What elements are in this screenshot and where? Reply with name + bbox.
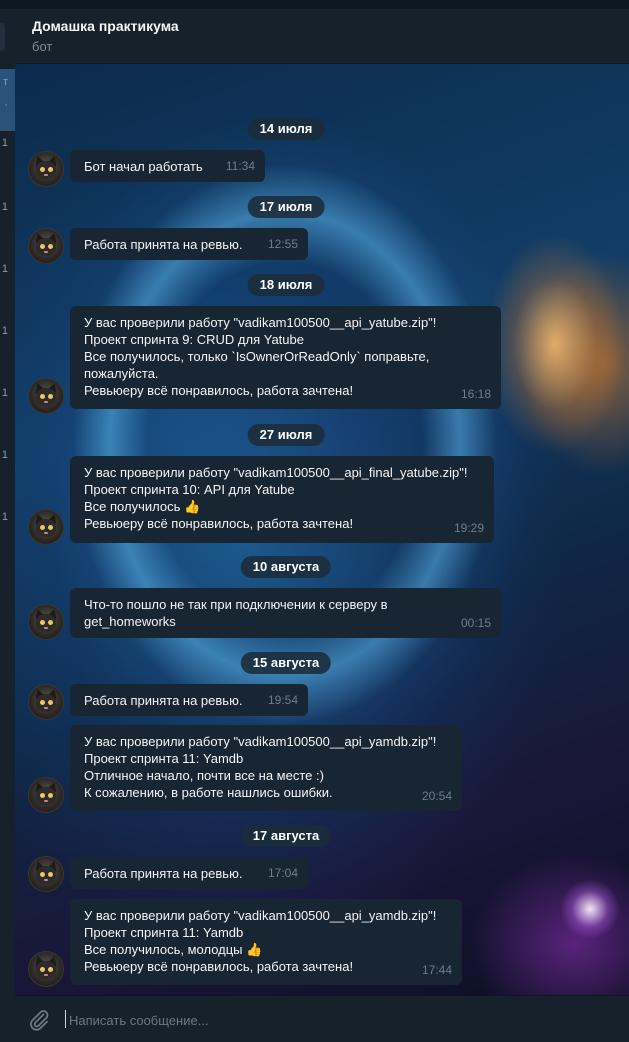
message-time: 11:34 (225, 159, 255, 173)
message-text: У вас проверили работу "vadikam100500__a… (84, 315, 437, 330)
message-area[interactable]: 14 июля Бот начал работать 11:34 17 июля… (15, 64, 629, 995)
message-composer[interactable] (15, 995, 629, 1042)
sidebar-item-label: 1 (1, 137, 8, 149)
date-separator: 14 июля (247, 118, 325, 140)
message-text: get_homeworks (84, 614, 176, 629)
message-bubble[interactable]: Работа принята на ревью. 12:55 (70, 228, 308, 260)
message-text: Проект спринта 11: Yamdb (84, 925, 244, 940)
bot-avatar[interactable] (28, 604, 64, 640)
date-separator: 17 июля (247, 196, 325, 218)
message-text: Проект спринта 11: Yamdb (84, 751, 244, 766)
message-text: У вас проверили работу "vadikam100500__a… (84, 908, 437, 923)
message-bubble[interactable]: Работа принята на ревью. 19:54 (70, 684, 308, 716)
bot-avatar[interactable] (28, 777, 64, 813)
bot-avatar[interactable] (28, 951, 64, 987)
sidebar-item-label: 1 (1, 201, 8, 213)
sidebar-item-label: 1 (1, 511, 8, 523)
message-text: Все получилось, молодцы 👍 (84, 942, 263, 957)
sidebar-item-label: 1 (1, 263, 8, 275)
message-text: Отличное начало, почти все на месте :) (84, 768, 324, 783)
message-bubble[interactable]: У вас проверили работу "vadikam100500__a… (70, 725, 462, 811)
message-time: 17:44 (421, 963, 452, 977)
message-text: Работа принята на ревью. (84, 693, 243, 708)
message-text: Работа принята на ревью. (84, 866, 243, 881)
date-separator: 27 июля (247, 424, 325, 446)
message-input[interactable] (67, 1007, 611, 1033)
sidebar-item-label: 1 (1, 449, 8, 461)
message-bubble[interactable]: Работа принята на ревью. 17:04 (70, 857, 308, 889)
sidebar-item-label: · (4, 99, 8, 111)
message-text: У вас проверили работу "vadikam100500__a… (84, 465, 468, 480)
message-time: 00:15 (460, 616, 491, 630)
date-separator: 15 августа (240, 652, 332, 674)
paperclip-icon[interactable] (27, 1008, 51, 1032)
chat-subtitle: бот (32, 39, 53, 54)
search-chip[interactable] (0, 23, 5, 51)
message-time: 12:55 (267, 237, 298, 251)
message-text: К сожалению, в работе нашлись ошибки. (84, 785, 333, 800)
date-separator: 17 августа (240, 825, 332, 847)
date-separator: 18 июля (247, 274, 325, 296)
message-text: Все получилось, только `IsOwnerOrReadOnl… (84, 349, 430, 364)
message-time: 16:18 (460, 387, 491, 401)
message-time: 19:54 (267, 693, 298, 707)
message-text: Проект спринта 9: CRUD для Yatube (84, 332, 304, 347)
message-text: Ревьюеру всё понравилось, работа зачтена… (84, 383, 354, 398)
message-text: Проект спринта 10: API для Yatube (84, 482, 295, 497)
message-text: Что-то пошло не так при подключении к се… (84, 597, 388, 612)
message-text: Ревьюеру всё понравилось, работа зачтена… (84, 516, 354, 531)
message-text: пожалуйста. (84, 366, 159, 381)
message-text: Все получилось 👍 (84, 499, 201, 514)
message-bubble[interactable]: Бот начал работать 11:34 (70, 150, 265, 182)
message-bubble[interactable]: У вас проверили работу "vadikam100500__a… (70, 306, 501, 409)
date-separator: 10 августа (240, 556, 332, 578)
sidebar-item-label: 1 (1, 387, 8, 399)
sidebar-item-label: т (2, 76, 8, 88)
message-bubble[interactable]: Что-то пошло не так при подключении к се… (70, 588, 501, 638)
bot-avatar[interactable] (28, 684, 64, 720)
message-time: 20:54 (421, 789, 452, 803)
message-bubble[interactable]: У вас проверили работу "vadikam100500__a… (70, 456, 494, 543)
message-time: 19:29 (453, 521, 484, 535)
chat-list-sidebar[interactable]: т · 1 1 1 1 1 1 1 (0, 9, 15, 995)
message-time: 17:04 (267, 866, 298, 880)
chat-title[interactable]: Домашка практикума (32, 18, 179, 34)
message-bubble[interactable]: У вас проверили работу "vadikam100500__a… (70, 899, 462, 985)
bot-avatar[interactable] (28, 378, 64, 414)
message-text: У вас проверили работу "vadikam100500__a… (84, 734, 437, 749)
chat-header[interactable]: Домашка практикума бот (15, 9, 629, 64)
message-text: Ревьюеру всё понравилось, работа зачтена… (84, 959, 354, 974)
text-cursor (65, 1010, 66, 1028)
message-text: Работа принята на ревью. (84, 237, 243, 252)
bot-avatar[interactable] (28, 856, 64, 892)
sidebar-item-label: 1 (1, 325, 8, 337)
bot-avatar[interactable] (28, 228, 64, 264)
bot-avatar[interactable] (28, 151, 64, 187)
bot-avatar[interactable] (28, 509, 64, 545)
